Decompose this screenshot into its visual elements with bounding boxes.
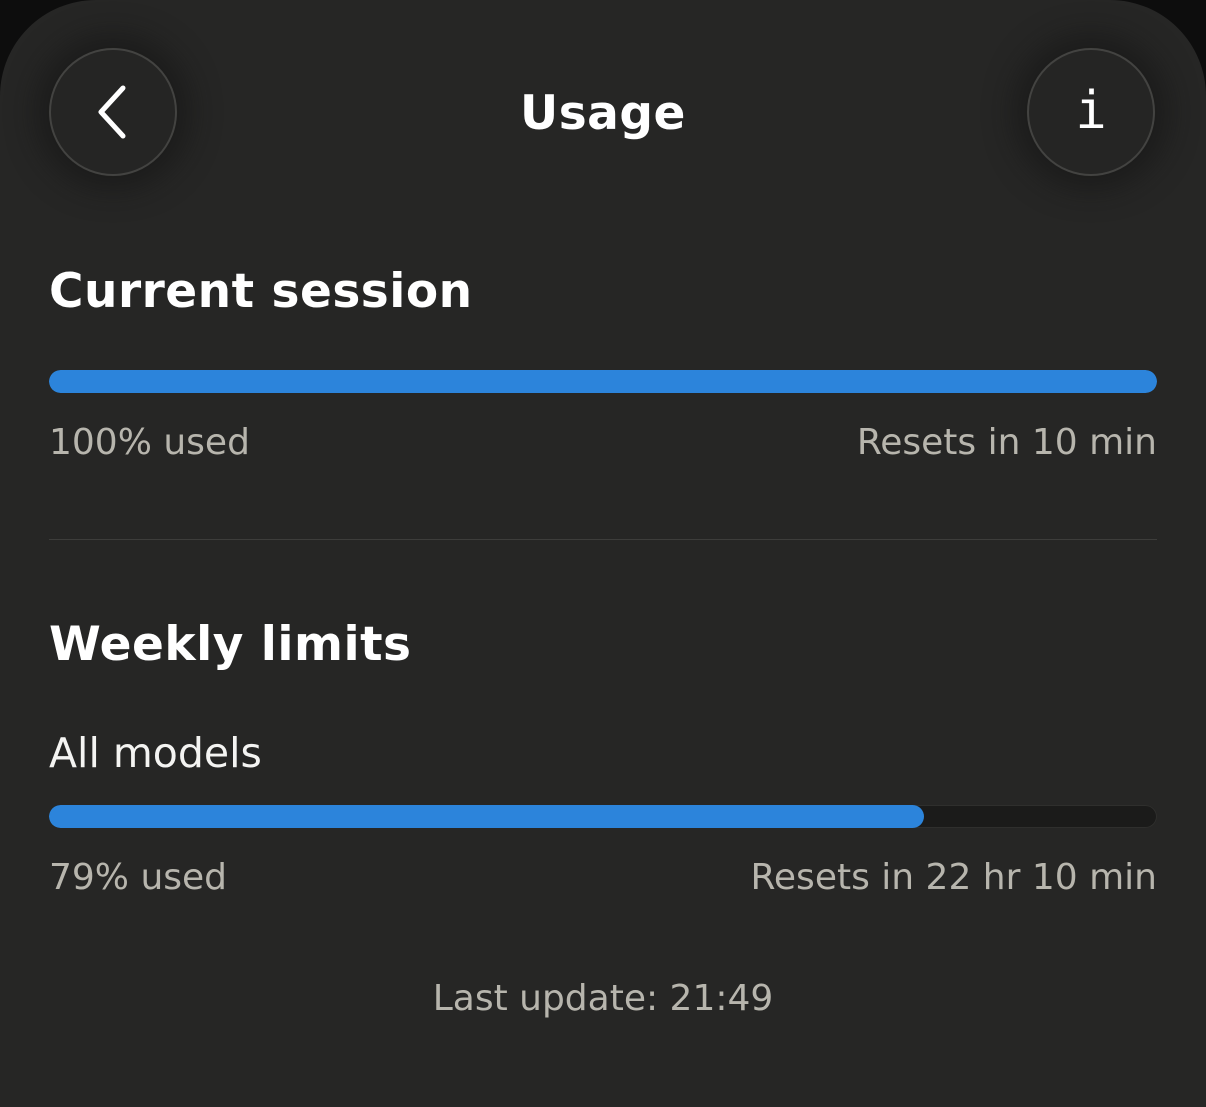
all-models-progress-bar (49, 805, 1157, 828)
last-update-label: Last update: 21:49 (432, 978, 774, 1019)
info-button[interactable]: i (1027, 48, 1155, 176)
current-session-used-label: 100% used (49, 422, 250, 463)
usage-screen: Usage i Current session 100% used Resets… (0, 0, 1206, 1107)
weekly-limits-title: Weekly limits (49, 617, 412, 672)
current-session-reset-label: Resets in 10 min (856, 422, 1157, 463)
all-models-reset-label: Resets in 22 hr 10 min (750, 857, 1157, 898)
current-session-progress-fill (49, 370, 1157, 393)
all-models-label: All models (49, 729, 262, 777)
info-icon: i (1075, 81, 1107, 141)
all-models-progress-fill (49, 805, 925, 828)
current-session-progress-bar (49, 370, 1157, 393)
all-models-used-label: 79% used (49, 857, 228, 898)
section-divider (49, 539, 1157, 540)
current-session-title: Current session (49, 264, 473, 319)
page-title: Usage (520, 86, 686, 141)
